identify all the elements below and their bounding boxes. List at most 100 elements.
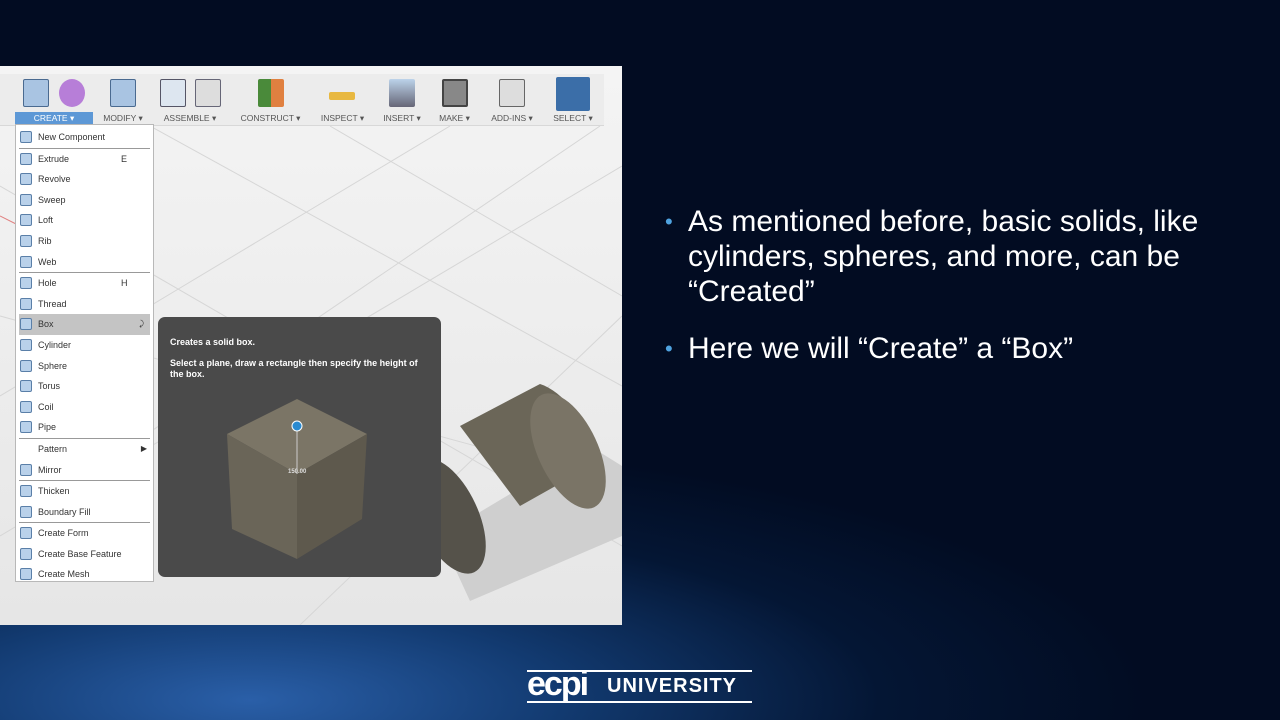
toolbar-label: CONSTRUCT ▾: [233, 113, 308, 124]
construct-menu-button[interactable]: CONSTRUCT ▾: [233, 74, 308, 126]
menu-item-rib[interactable]: Rib: [16, 231, 153, 252]
menu-item-coil[interactable]: Coil: [16, 397, 153, 418]
addins-menu-button[interactable]: ADD-INS ▾: [483, 74, 541, 126]
box-tooltip: Creates a solid box. Select a plane, dra…: [158, 317, 441, 577]
menu-item-label: Pattern: [38, 444, 67, 454]
menu-item-label: Coil: [38, 402, 54, 412]
create-mesh-icon: [20, 568, 32, 580]
menu-item-web[interactable]: Web: [16, 252, 153, 273]
menu-item-label: Pipe: [38, 422, 56, 432]
menu-item-sphere[interactable]: Sphere: [16, 356, 153, 377]
menu-item-label: Create Base Feature: [38, 549, 122, 559]
menu-item-extrude[interactable]: ExtrudeE: [16, 149, 153, 170]
toolbar-label: SELECT ▾: [547, 113, 599, 124]
new-component-icon: [20, 131, 32, 143]
submenu-arrow-icon: ▶: [141, 439, 147, 460]
menu-item-pipe[interactable]: Pipe: [16, 417, 153, 438]
insert-menu-button[interactable]: INSERT ▾: [378, 74, 426, 126]
bullet-text: Here we will “Create” a “Box”: [688, 332, 1073, 365]
menu-item-label: Extrude: [38, 154, 69, 164]
menu-item-new-component[interactable]: New Component: [16, 127, 153, 148]
menu-item-label: Sweep: [38, 195, 66, 205]
menu-item-box[interactable]: Box⤸: [19, 314, 150, 335]
extrude-icon: [23, 79, 49, 107]
tooltip-title: Creates a solid box.: [170, 337, 429, 348]
select-icon: [556, 77, 590, 111]
menu-item-label: Rib: [38, 236, 52, 246]
logo-brand: ecpi: [527, 667, 587, 701]
menu-item-label: Mirror: [38, 465, 62, 475]
menu-item-sweep[interactable]: Sweep: [16, 190, 153, 211]
mirror-icon: [20, 464, 32, 476]
menu-item-create-form[interactable]: Create Form: [16, 523, 153, 544]
menu-item-create-base-feature[interactable]: Create Base Feature: [16, 544, 153, 565]
sweep-icon: [20, 194, 32, 206]
torus-icon: [20, 380, 32, 392]
loft-icon: [20, 214, 32, 226]
menu-item-pattern[interactable]: Pattern ▶: [16, 439, 153, 460]
hole-icon: [20, 277, 32, 289]
select-menu-button[interactable]: SELECT ▾: [547, 74, 599, 126]
menu-item-label: Loft: [38, 215, 53, 225]
cursor-icon: ⤸: [139, 314, 144, 335]
coil-icon: [20, 401, 32, 413]
form-icon: [59, 79, 85, 107]
menu-item-thicken[interactable]: Thicken: [16, 481, 153, 502]
toolbar-label: INSERT ▾: [378, 113, 426, 124]
box-icon: [20, 318, 32, 330]
menu-item-label: Boundary Fill: [38, 507, 91, 517]
bullet-dot-icon: •: [665, 331, 673, 366]
menu-item-label: Thread: [38, 299, 67, 309]
menu-item-label: New Component: [38, 132, 105, 142]
logo-sub: UNIVERSITY: [607, 675, 737, 698]
bullet-item: • Here we will “Create” a “Box”: [665, 331, 1225, 366]
modify-menu-button[interactable]: MODIFY ▾: [98, 74, 148, 126]
menu-item-revolve[interactable]: Revolve: [16, 169, 153, 190]
sphere-icon: [20, 360, 32, 372]
menu-item-create-mesh[interactable]: Create Mesh: [16, 564, 153, 585]
tooltip-body: Select a plane, draw a rectangle then sp…: [170, 358, 429, 380]
menu-item-thread[interactable]: Thread: [16, 294, 153, 315]
menu-item-cylinder[interactable]: Cylinder: [16, 335, 153, 356]
image-icon: [389, 79, 415, 107]
menu-item-loft[interactable]: Loft: [16, 210, 153, 231]
slide-bullets: • As mentioned before, basic solids, like…: [665, 204, 1225, 388]
3d-print-icon: [442, 79, 468, 107]
menu-item-label: Revolve: [38, 174, 71, 184]
pipe-icon: [20, 421, 32, 433]
extrude-icon: [20, 153, 32, 165]
menu-item-torus[interactable]: Torus: [16, 376, 153, 397]
create-form-icon: [20, 527, 32, 539]
menu-item-mirror[interactable]: Mirror: [16, 460, 153, 481]
toolbar-label: CREATE ▾: [15, 112, 93, 124]
bullet-text: As mentioned before, basic solids, like …: [688, 205, 1198, 308]
menu-item-hole[interactable]: Hole H: [16, 273, 153, 294]
height-arrow-icon: [292, 421, 302, 431]
shortcut-label: H: [121, 273, 128, 294]
box-illustration: 150.00: [222, 399, 382, 569]
create-menu-button[interactable]: CREATE ▾: [15, 74, 93, 126]
rib-icon: [20, 235, 32, 247]
inspect-menu-button[interactable]: INSPECT ▾: [315, 74, 370, 126]
fusion360-screenshot: CREATE ▾ MODIFY ▾ ASSEMBLE ▾ CONSTRUCT ▾…: [0, 66, 622, 625]
menu-item-label: Create Form: [38, 528, 89, 538]
create-dropdown-menu: New Component ExtrudeE Revolve Sweep Loft Rib…: [15, 124, 154, 582]
scripts-icon: [499, 79, 525, 107]
menu-item-label: Sphere: [38, 361, 67, 371]
menu-item-label: Thicken: [38, 486, 70, 496]
create-base-feature-icon: [20, 548, 32, 560]
assemble-menu-button[interactable]: ASSEMBLE ▾: [155, 74, 225, 126]
menu-item-boundary-fill[interactable]: Boundary Fill: [16, 502, 153, 523]
menu-item-label: Cylinder: [38, 340, 71, 350]
joint-icon: [195, 79, 221, 107]
thread-icon: [20, 298, 32, 310]
toolbar-label: ASSEMBLE ▾: [155, 113, 225, 124]
bullet-item: •As mentioned before, basic solids, like…: [665, 204, 1225, 309]
menu-item-label: Hole: [38, 278, 57, 288]
make-menu-button[interactable]: MAKE ▾: [432, 74, 477, 126]
toolbar-label: MAKE ▾: [432, 113, 477, 124]
ecpi-university-logo: ecpi UNIVERSITY: [527, 663, 752, 705]
thicken-icon: [20, 485, 32, 497]
toolbar-label: INSPECT ▾: [315, 113, 370, 124]
modify-icon: [110, 79, 136, 107]
